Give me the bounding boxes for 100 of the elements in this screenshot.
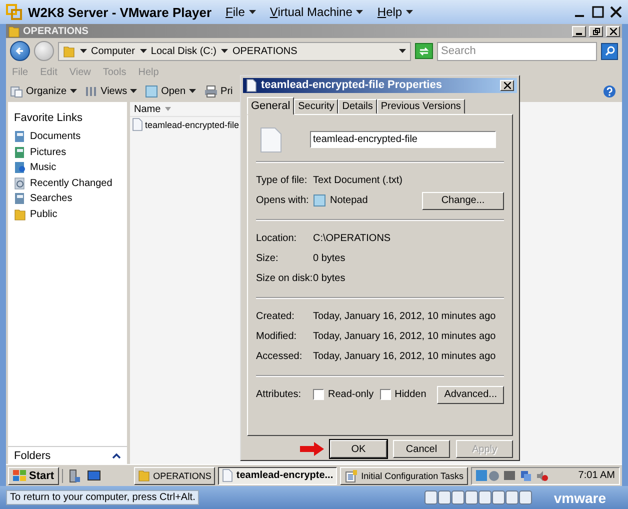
document-icon (246, 78, 257, 92)
status-text: To return to your computer, press Ctrl+Alt. (6, 490, 200, 505)
caret-icon (130, 89, 138, 93)
tasks-icon (344, 468, 358, 482)
documents-folder-icon (14, 130, 26, 144)
close-button[interactable] (606, 26, 620, 36)
arrow-icon (300, 442, 324, 456)
favorite-link[interactable]: Searches (14, 192, 127, 206)
folder-icon (8, 24, 20, 38)
taskbar-button[interactable]: teamlead-encrypte... (218, 466, 338, 484)
dialog-button[interactable]: OK (330, 440, 387, 458)
chevron-icon (80, 49, 87, 53)
field-value: Today, January 16, 2012, 10 minutes ago (313, 311, 496, 322)
section-title: Favorite Links (14, 112, 84, 124)
checkbox-label[interactable]: Read-only (328, 389, 374, 400)
chevron-icon (140, 49, 147, 53)
field-label: Modified: (256, 331, 298, 342)
back-button[interactable] (10, 41, 30, 61)
breadcrumb-item[interactable]: OPERATIONS (232, 46, 298, 56)
window-title: OPERATIONS (23, 26, 88, 36)
toolbar-button[interactable]: Pri (204, 84, 233, 98)
caret-icon (406, 10, 414, 14)
music-folder-icon (14, 161, 26, 174)
document-icon (222, 469, 234, 482)
clock[interactable]: 7:01 AM (578, 470, 615, 481)
folder-icon (14, 208, 26, 221)
checkbox[interactable] (380, 389, 391, 400)
field-label: Attributes: (256, 389, 302, 400)
caret-icon (248, 10, 256, 14)
window-title: W2K8 Server - VMware Player (28, 4, 212, 20)
show-desktop-icon[interactable] (87, 470, 102, 482)
speaker-muted-icon[interactable] (536, 470, 548, 482)
field-value: C:\OPERATIONS (313, 233, 391, 244)
toolbar-button[interactable]: Organize (10, 84, 77, 98)
close-icon (504, 82, 510, 89)
menu-item[interactable]: Help (377, 5, 414, 19)
dialog-button[interactable]: Cancel (393, 440, 450, 458)
chevron-up-icon (112, 452, 121, 458)
app-icon (6, 4, 22, 20)
toolbar-button[interactable]: Views (84, 84, 138, 98)
dialog-title: teamlead-encrypted-file Properties (261, 79, 442, 92)
field-label: Accessed: (256, 351, 304, 362)
favorite-link[interactable]: Music (14, 161, 127, 174)
breadcrumb-item[interactable]: Local Disk (C:) (150, 46, 216, 56)
field-value: Today, January 16, 2012, 10 minutes ago (313, 351, 496, 362)
menu-item[interactable]: File (226, 5, 256, 19)
search-icon (604, 46, 614, 56)
tab[interactable]: Security (294, 98, 338, 114)
caret-icon (70, 89, 77, 93)
pictures-folder-icon (14, 146, 26, 159)
favorite-link[interactable]: Pictures (14, 146, 127, 159)
network-icon[interactable] (520, 470, 532, 482)
searches-folder-icon (14, 192, 26, 206)
help-icon[interactable] (603, 84, 616, 98)
tray-icons-drawing[interactable] (476, 469, 516, 482)
folder-icon (63, 44, 75, 58)
field-value: Today, January 16, 2012, 10 minutes ago (313, 331, 496, 342)
checkbox[interactable] (313, 389, 324, 400)
taskbar-button[interactable]: OPERATIONS (134, 466, 216, 484)
field-value: Notepad (330, 195, 368, 206)
vmware-logo: vmware (554, 490, 606, 506)
toolbar-button[interactable]: Open (145, 84, 196, 98)
taskbar-button[interactable]: Initial Configuration Tasks (340, 466, 468, 484)
folders-bar[interactable]: Folders (8, 446, 127, 464)
refresh-button[interactable] (415, 43, 433, 59)
views-icon (84, 84, 98, 98)
start-button[interactable]: Start (8, 466, 60, 484)
sort-icon (164, 107, 171, 111)
favorite-link[interactable]: Documents (14, 130, 127, 144)
close-button[interactable] (500, 80, 514, 91)
tab[interactable]: Details (338, 98, 377, 114)
server-manager-icon[interactable] (67, 468, 82, 482)
file-item[interactable]: teamlead-encrypted-file (130, 117, 622, 132)
advanced-button[interactable]: Advanced... (437, 386, 504, 404)
device-icons-drawing[interactable] (424, 490, 534, 505)
minimize-button[interactable] (572, 26, 586, 36)
document-icon (260, 126, 282, 153)
folder-icon (138, 469, 150, 482)
address-bar[interactable]: Computer Local Disk (C:) OPERATIONS (58, 42, 411, 60)
notepad-icon (145, 84, 158, 98)
caret-icon (188, 89, 196, 93)
close-icon[interactable] (610, 6, 622, 18)
windows-logo-icon (13, 470, 26, 482)
maximize-icon[interactable] (592, 6, 604, 18)
breadcrumb-item[interactable]: Computer (91, 46, 135, 56)
change-button[interactable]: Change... (422, 192, 504, 210)
tab[interactable]: General (247, 96, 294, 115)
search-field[interactable]: Search (437, 42, 597, 60)
field-value: Text Document (.txt) (313, 175, 402, 186)
notepad-icon (313, 194, 326, 208)
restore-button[interactable] (589, 26, 603, 36)
field-value: 0 bytes (313, 273, 346, 284)
file-name-field[interactable]: teamlead-encrypted-file (310, 131, 496, 148)
favorite-link[interactable]: Recently Changed (14, 176, 127, 190)
favorite-link[interactable]: Public (14, 208, 127, 221)
menu-item[interactable]: Virtual Machine (270, 5, 364, 19)
field-label: Size on disk: (256, 273, 313, 284)
tab[interactable]: Previous Versions (376, 98, 465, 114)
search-button[interactable] (601, 42, 618, 60)
checkbox-label[interactable]: Hidden (394, 389, 426, 400)
